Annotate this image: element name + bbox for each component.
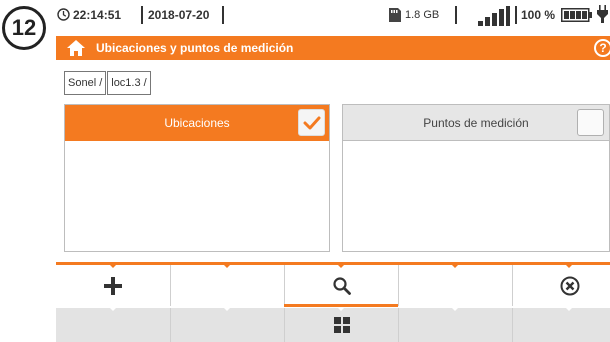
add-button[interactable] [56,265,170,306]
toolbar-notch [452,265,458,268]
time-text: 22:14:51 [73,8,122,22]
step-number-badge: 12 [2,6,46,50]
toolbar-notch [110,308,116,311]
toolbar-slot-2[interactable] [170,265,284,306]
toolbar-slot-10[interactable] [512,308,610,342]
locations-checkbox[interactable] [298,109,325,136]
clock-icon [57,8,70,21]
plug-icon [597,5,608,23]
divider [141,6,143,24]
cancel-icon [560,276,579,295]
toolbar-notch [224,265,230,268]
date-text: 2018-07-20 [148,8,210,22]
toolbar-row-secondary [56,308,610,342]
search-button[interactable] [284,265,398,306]
toolbar-notch [224,308,230,311]
measurement-points-panel[interactable]: Puntos de medición [342,104,610,252]
breadcrumb: Sonel / loc1.3 / [64,71,152,95]
home-icon[interactable] [66,39,86,57]
view-toggle-button[interactable] [284,308,398,342]
divider [515,6,517,24]
search-icon [332,276,351,295]
toolbar-slot-6[interactable] [56,308,170,342]
toolbar-slot-4[interactable] [398,265,512,306]
battery-percent-text: 100 % [521,8,556,22]
title-bar: Ubicaciones y puntos de medición ? [56,36,610,60]
locations-header[interactable]: Ubicaciones [65,105,329,141]
locations-panel[interactable]: Ubicaciones [64,104,330,252]
cancel-button[interactable] [512,265,610,306]
divider [222,6,224,24]
measurement-points-label: Puntos de medición [423,115,529,130]
page-title: Ubicaciones y puntos de medición [96,41,294,55]
battery-icon [561,8,592,22]
selected-tab-indicator [284,304,398,307]
breadcrumb-item-root[interactable]: Sonel / [64,71,107,95]
toolbar-notch [452,308,458,311]
storage-text: 1.8 GB [405,9,440,21]
measurement-points-header[interactable]: Puntos de medición [343,105,609,141]
toolbar-slot-9[interactable] [398,308,512,342]
help-icon[interactable]: ? [594,39,610,57]
signal-icon [478,6,510,26]
toolbar-notch [110,265,116,268]
toolbar-slot-7[interactable] [170,308,284,342]
measurement-points-checkbox[interactable] [577,109,604,136]
status-bar: 22:14:51 2018-07-20 1.8 GB 100 % [50,0,610,30]
toolbar-notch [566,308,572,311]
bottom-toolbar [56,262,610,342]
breadcrumb-item-location[interactable]: loc1.3 / [107,71,151,95]
sd-card-icon [389,8,401,22]
divider [455,6,457,24]
locations-label: Ubicaciones [164,116,230,130]
checkmark-icon [303,116,320,129]
plus-icon [104,276,122,295]
toolbar-row-primary [56,262,610,306]
toolbar-notch [338,308,344,311]
grid-icon [333,317,350,333]
toolbar-notch [566,265,572,268]
toolbar-notch [338,265,344,268]
